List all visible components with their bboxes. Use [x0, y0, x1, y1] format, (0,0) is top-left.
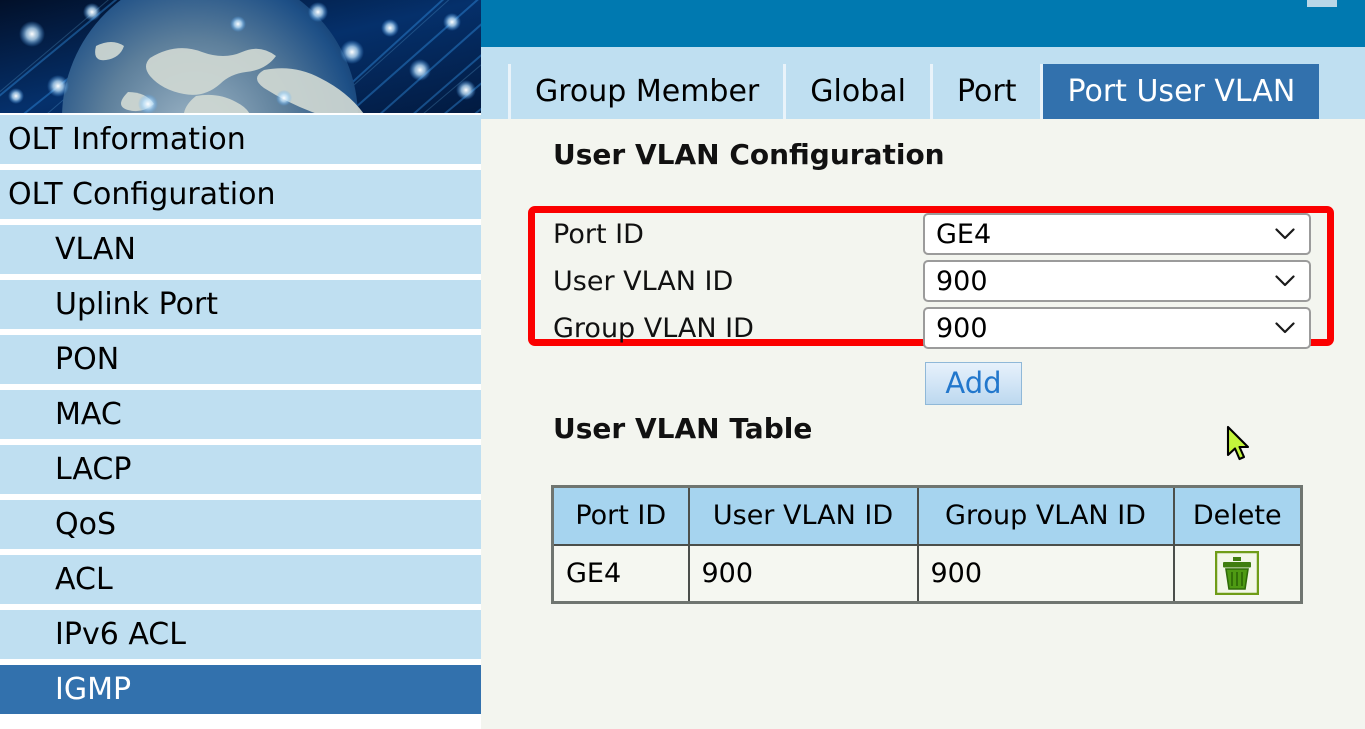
tab-strip: Group Member Global Port Port User VLAN: [481, 47, 1365, 119]
tab-list: Group Member Global Port Port User VLAN: [508, 64, 1320, 119]
chevron-down-icon: [1275, 228, 1295, 240]
select-user-vlan-id[interactable]: 900: [923, 260, 1311, 302]
cell-user-vlan-id: 900: [687, 543, 919, 604]
top-header-bar: [481, 0, 1365, 47]
main-panel: Group Member Global Port Port User VLAN Use…: [481, 0, 1365, 729]
chevron-down-icon: [1275, 275, 1295, 287]
column-header-user-vlan-id: User VLAN ID: [687, 485, 919, 546]
table-header-row: Port ID User VLAN ID Group VLAN ID Delet…: [551, 485, 1303, 546]
form-row-group-vlan-id: Group VLAN ID 900: [535, 306, 1327, 350]
sidebar-item-mac[interactable]: MAC: [0, 390, 481, 439]
column-header-delete: Delete: [1172, 485, 1303, 546]
table-section-title: User VLAN Table: [553, 412, 813, 445]
cell-delete: [1172, 543, 1303, 604]
table-body: GE4 900 900: [551, 543, 1303, 604]
add-button[interactable]: Add: [925, 362, 1022, 405]
sidebar-nav-list: OLT Information OLT Configuration VLAN Upli…: [0, 115, 481, 720]
select-value-user-vlan-id: 900: [936, 265, 988, 297]
label-user-vlan-id: User VLAN ID: [553, 265, 734, 297]
select-port-id[interactable]: GE4: [923, 213, 1311, 255]
tab-group-member[interactable]: Group Member: [508, 64, 787, 119]
tab-port[interactable]: Port: [932, 64, 1044, 119]
sidebar-item-ipv6-acl[interactable]: IPv6 ACL: [0, 610, 481, 659]
sidebar-item-qos[interactable]: QoS: [0, 500, 481, 549]
sidebar-item-olt-configuration[interactable]: OLT Configuration: [0, 170, 481, 219]
page-root: OLT Information OLT Configuration VLAN Upli…: [0, 0, 1365, 729]
sidebar-item-acl[interactable]: ACL: [0, 555, 481, 604]
trash-icon[interactable]: [1215, 551, 1260, 596]
sidebar-item-pon[interactable]: PON: [0, 335, 481, 384]
cell-port-id: GE4: [551, 543, 690, 604]
sidebar-item-vlan[interactable]: VLAN: [0, 225, 481, 274]
table-row: GE4 900 900: [551, 543, 1303, 604]
form-row-port-id: Port ID GE4: [535, 212, 1327, 256]
form-row-user-vlan-id: User VLAN ID 900: [535, 259, 1327, 303]
label-group-vlan-id: Group VLAN ID: [553, 312, 754, 344]
select-group-vlan-id[interactable]: 900: [923, 307, 1311, 349]
column-header-port-id: Port ID: [551, 485, 690, 546]
chevron-down-icon: [1275, 322, 1295, 334]
select-value-group-vlan-id: 900: [936, 312, 988, 344]
header-clipped-text: [1307, 0, 1337, 7]
column-header-group-vlan-id: Group VLAN ID: [916, 485, 1175, 546]
globe-network-banner-image: [0, 0, 481, 113]
tab-port-user-vlan[interactable]: Port User VLAN: [1043, 64, 1320, 119]
sidebar-item-igmp[interactable]: IGMP: [0, 665, 481, 714]
content-area: User VLAN Configuration Port ID GE4 User V…: [481, 119, 1365, 729]
sidebar-item-uplink-port[interactable]: Uplink Port: [0, 280, 481, 329]
table-header: Port ID User VLAN ID Group VLAN ID Delet…: [551, 485, 1303, 546]
sidebar-item-olt-information[interactable]: OLT Information: [0, 115, 481, 164]
user-vlan-table: Port ID User VLAN ID Group VLAN ID Delet…: [551, 485, 1303, 604]
cell-group-vlan-id: 900: [916, 543, 1175, 604]
sidebar: OLT Information OLT Configuration VLAN Upli…: [0, 0, 481, 729]
user-vlan-configuration-form: Port ID GE4 User VLAN ID 900 Group VLAN ID 90…: [535, 212, 1327, 353]
tab-global[interactable]: Global: [786, 64, 933, 119]
sidebar-item-lacp[interactable]: LACP: [0, 445, 481, 494]
config-section-title: User VLAN Configuration: [553, 138, 945, 171]
select-value-port-id: GE4: [936, 218, 992, 250]
label-port-id: Port ID: [553, 218, 644, 250]
